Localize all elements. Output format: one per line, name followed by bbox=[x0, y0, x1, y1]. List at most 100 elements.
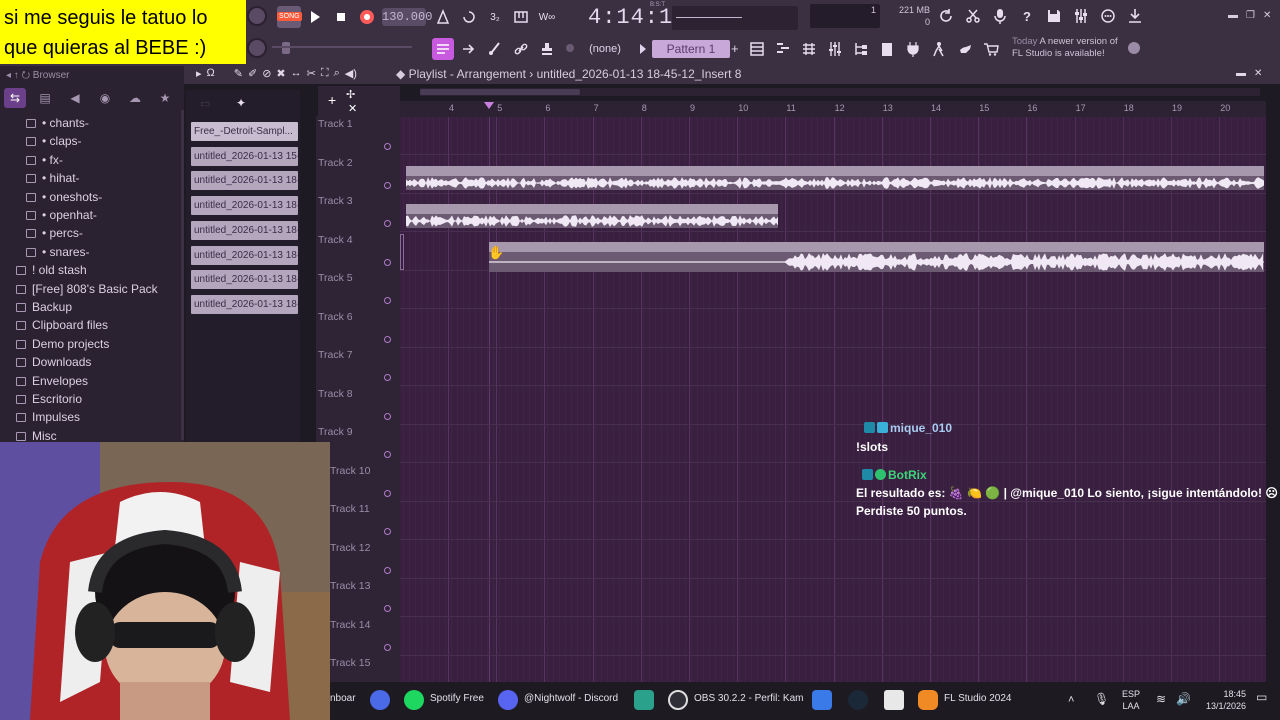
browser-scrollbar[interactable] bbox=[181, 110, 184, 440]
discord-icon[interactable] bbox=[498, 690, 518, 710]
track-label[interactable]: Track 11 bbox=[330, 503, 400, 515]
track-enable-toggle[interactable] bbox=[384, 489, 391, 497]
browser-folder-item[interactable]: Envelopes bbox=[0, 372, 184, 390]
track-label[interactable]: Track 3 bbox=[318, 195, 388, 207]
master-volume-knob[interactable] bbox=[247, 6, 267, 26]
browser-folder-item[interactable]: • hihat- bbox=[0, 169, 184, 187]
track-enable-toggle[interactable] bbox=[384, 451, 391, 458]
track-enable-toggle[interactable] bbox=[384, 143, 391, 150]
browser-toggle-button[interactable] bbox=[850, 38, 872, 60]
clock[interactable]: 18:45 13/1/2026 bbox=[1198, 688, 1246, 712]
track-enable-toggle[interactable] bbox=[384, 528, 391, 535]
clip-source-item[interactable]: untitled_2026-01-13 15-... bbox=[191, 146, 298, 166]
pattern-filter-icon[interactable]: ✦ bbox=[236, 96, 250, 110]
audio-clip-track3[interactable]: untitled_2026-01-13 18-41-00_Insert 8 bbox=[406, 204, 778, 228]
master-pitch-knob[interactable] bbox=[247, 38, 267, 58]
taskbar-item-dashboard[interactable]: nboar bbox=[330, 693, 356, 704]
zoom-tool-icon[interactable]: ⌕ bbox=[334, 67, 340, 80]
step-sequencer-button[interactable] bbox=[798, 38, 820, 60]
audio-clip-filter-icon[interactable]: ▭ bbox=[200, 97, 214, 110]
browser-cloud-tab[interactable]: ☁ bbox=[124, 88, 146, 108]
mute-tool-icon[interactable]: ✖ bbox=[276, 67, 285, 80]
browser-folder-item[interactable]: Clipboard files bbox=[0, 316, 184, 334]
browser-folder-item[interactable]: • openhat- bbox=[0, 206, 184, 224]
loop-record-button[interactable]: W∞ bbox=[536, 6, 558, 28]
arrow-button[interactable] bbox=[458, 38, 480, 60]
track-label[interactable]: Track 1 bbox=[318, 118, 388, 130]
clip-source-item[interactable]: untitled_2026-01-13 18-... bbox=[191, 270, 298, 290]
mixer-button[interactable] bbox=[1070, 5, 1092, 27]
add-pattern-icon[interactable]: + bbox=[731, 40, 741, 58]
paint-tool-icon[interactable]: ✐ bbox=[248, 67, 257, 80]
wait-input-button[interactable] bbox=[458, 6, 480, 28]
tempo-display[interactable]: 130.000 bbox=[382, 8, 432, 26]
browser-folder-item[interactable]: ! old stash bbox=[0, 261, 184, 279]
browser-favorites-tab[interactable]: ★ bbox=[154, 88, 176, 108]
spotify-icon[interactable] bbox=[404, 690, 424, 710]
pattern-song-toggle[interactable]: SONG bbox=[277, 6, 302, 28]
browser-folder-item[interactable]: • snares- bbox=[0, 243, 184, 261]
pattern-prev-icon[interactable] bbox=[640, 44, 646, 54]
browser-folder-item[interactable]: • fx- bbox=[0, 151, 184, 169]
channel-rack-button[interactable] bbox=[746, 38, 768, 60]
taskbar-item-spotify[interactable]: Spotify Free bbox=[430, 693, 484, 704]
slip-tool-icon[interactable]: ↔ bbox=[291, 67, 302, 80]
track-label[interactable]: Track 14 bbox=[330, 619, 400, 631]
browser-folder-item[interactable]: Backup bbox=[0, 298, 184, 316]
magnet-icon[interactable]: Ω bbox=[207, 67, 215, 80]
taskbar-item-discord[interactable]: @Nightwolf - Discord bbox=[524, 693, 618, 704]
timeline-ruler[interactable] bbox=[400, 101, 1266, 117]
browser-folder-item[interactable]: • chants- bbox=[0, 114, 184, 132]
language-indicator[interactable]: ESP LAA bbox=[1122, 688, 1140, 712]
audio-clip-track2[interactable]: Free_-Detroit-Sample-Type-Beat-X-YN-Jay-… bbox=[406, 166, 1264, 190]
plugin-button[interactable] bbox=[902, 38, 924, 60]
playback-tool-icon[interactable]: ◀) bbox=[345, 67, 357, 80]
cut-button[interactable] bbox=[962, 5, 984, 27]
taskbar-item-obs[interactable]: OBS 30.2.2 - Perfil: Kam bbox=[694, 693, 804, 704]
clip-source-item[interactable]: untitled_2026-01-13 18-... bbox=[191, 196, 298, 216]
track-label[interactable]: Track 8 bbox=[318, 388, 388, 400]
tray-chevron-icon[interactable]: ˄ bbox=[1068, 694, 1074, 706]
playlist-minimize-icon[interactable]: ▬ bbox=[1236, 68, 1246, 79]
obs-icon[interactable] bbox=[668, 690, 688, 710]
app-icon-3[interactable] bbox=[884, 690, 904, 710]
download-button[interactable] bbox=[1124, 5, 1146, 27]
chat-button[interactable] bbox=[1097, 5, 1119, 27]
clip-source-item[interactable]: untitled_2026-01-13 18-... bbox=[191, 171, 298, 191]
metronome-button[interactable] bbox=[432, 6, 454, 28]
save-button[interactable] bbox=[1043, 5, 1065, 27]
link-button[interactable] bbox=[510, 38, 532, 60]
minimize-icon[interactable]: ▬ bbox=[1228, 10, 1238, 21]
browser-folder-item[interactable]: • claps- bbox=[0, 132, 184, 150]
notification-icon[interactable]: ▭ bbox=[1256, 690, 1267, 704]
playlist-close-icon[interactable]: ✕ bbox=[1254, 68, 1262, 79]
hand-button[interactable] bbox=[954, 38, 976, 60]
play-button[interactable] bbox=[304, 6, 326, 28]
move-icon[interactable]: ✢ bbox=[346, 88, 355, 101]
hint-globe-icon[interactable] bbox=[1128, 42, 1140, 54]
clip-source-item[interactable]: untitled_2026-01-13 18-... bbox=[191, 245, 298, 265]
position-slider[interactable] bbox=[272, 42, 412, 54]
track-enable-toggle[interactable] bbox=[384, 220, 391, 227]
delete-tool-icon[interactable]: ⊘ bbox=[262, 67, 271, 80]
browser-folder-item[interactable]: Downloads bbox=[0, 353, 184, 371]
browser-folder-item[interactable]: Impulses bbox=[0, 408, 184, 426]
track-label[interactable]: Track 15 bbox=[330, 657, 400, 669]
browser-app-icon[interactable] bbox=[370, 690, 390, 710]
track-label[interactable]: Track 12 bbox=[330, 542, 400, 554]
mic-button[interactable] bbox=[989, 5, 1011, 27]
stop-button[interactable] bbox=[330, 6, 352, 28]
undo-button[interactable] bbox=[935, 5, 957, 27]
clip-source-item[interactable]: untitled_2026-01-13 18-... bbox=[191, 294, 298, 314]
shop-button[interactable] bbox=[980, 38, 1002, 60]
app-icon-2[interactable] bbox=[812, 690, 832, 710]
add-track-icon[interactable]: + bbox=[328, 92, 336, 108]
browser-folder-item[interactable]: • oneshots- bbox=[0, 188, 184, 206]
steam-icon[interactable] bbox=[848, 690, 868, 710]
browser-folder-item[interactable]: [Free] 808's Basic Pack bbox=[0, 280, 184, 298]
browser-sounds-tab[interactable]: ◉ bbox=[94, 88, 116, 108]
track-enable-toggle[interactable] bbox=[384, 297, 391, 304]
track-enable-toggle[interactable] bbox=[384, 335, 391, 343]
piano-roll-button[interactable] bbox=[772, 38, 794, 60]
speaker-icon[interactable]: 🔊 bbox=[1176, 692, 1191, 706]
